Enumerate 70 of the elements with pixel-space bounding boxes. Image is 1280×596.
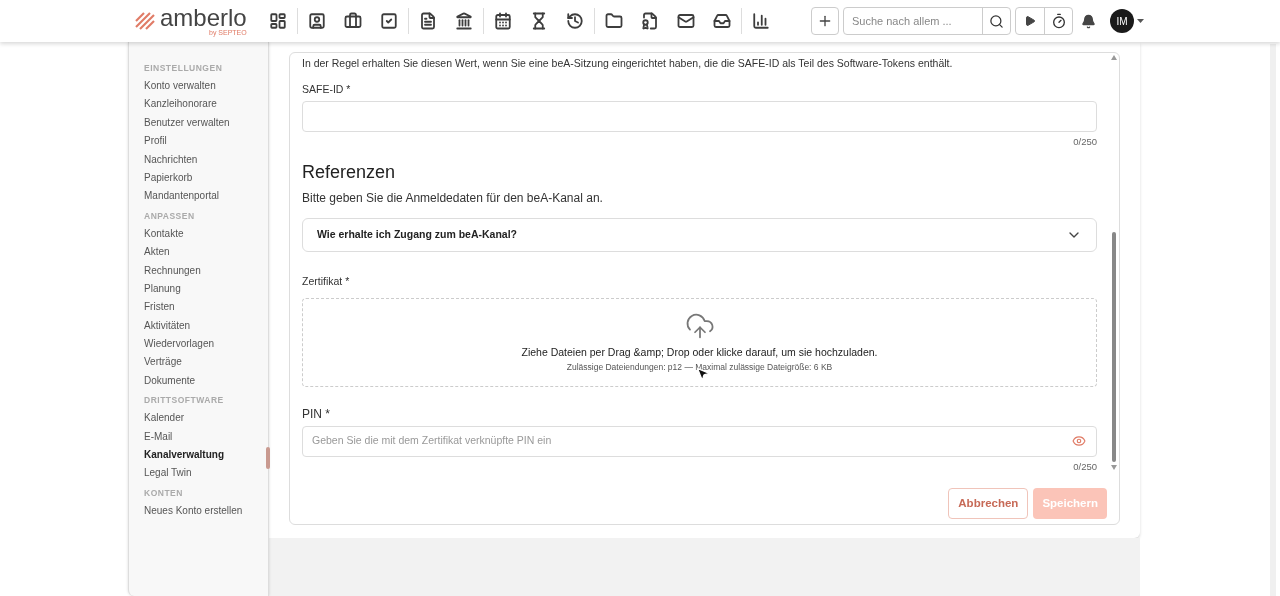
search-field[interactable]: Suche nach allem ... (844, 8, 982, 34)
sidebar-item[interactable]: Benutzer verwalten (144, 113, 268, 133)
character-counter: 0/250 (1072, 134, 1097, 149)
section-heading: KONTEN (144, 486, 184, 500)
logo-text: amberlo (160, 6, 247, 29)
section-title: Referenzen (302, 161, 397, 184)
search-box[interactable]: Suche nach allem ... (843, 7, 1011, 35)
calendar-icon[interactable] (492, 11, 513, 31)
sidebar-item[interactable]: Papierkorb (144, 168, 268, 188)
notification-bell-icon[interactable] (1081, 13, 1096, 29)
input-field[interactable] (302, 100, 1097, 132)
sidebar-item[interactable]: Kalender (144, 409, 268, 428)
add-button[interactable] (811, 7, 839, 35)
play-icon (1024, 15, 1036, 27)
character-counter: 0/250 (1072, 459, 1097, 474)
cancel-button[interactable]: Abbrechen (948, 488, 1029, 519)
sidebar-item[interactable]: Akten (144, 243, 268, 262)
sidebar-item[interactable]: Profil (144, 132, 268, 151)
section-heading: ANPASSEN (144, 209, 196, 223)
file-badge-icon[interactable] (639, 11, 660, 31)
plus-icon (817, 13, 833, 29)
sidebar-item[interactable]: Rechnungen (144, 261, 268, 280)
field-label: PIN * (302, 405, 331, 423)
chart-icon[interactable] (750, 11, 771, 31)
pin-field[interactable]: Geben Sie die mit dem Zertifikat verknüpfte PIN ein (312, 433, 1072, 450)
sidebar-item[interactable]: Kanzleihonorare (144, 95, 268, 114)
field-label: Zertifikat * (302, 274, 351, 289)
inbox-icon[interactable] (711, 11, 732, 31)
sidebar-item[interactable]: Verträge (144, 353, 268, 372)
checkbox-icon[interactable] (378, 11, 399, 31)
bank-icon[interactable] (453, 11, 474, 31)
sidebar-item[interactable]: Konto verwalten (144, 77, 268, 96)
contact-card-icon[interactable] (306, 11, 327, 31)
sidebar-item[interactable]: Mandantenportal (144, 187, 268, 206)
briefcase-icon[interactable] (342, 11, 363, 31)
sidebar-item[interactable]: Planung (144, 279, 268, 299)
scroll-up-icon[interactable] (1111, 55, 1117, 60)
scrollbar-thumb[interactable] (266, 447, 270, 469)
field-label: SAFE-ID * (302, 82, 352, 97)
sidebar-item[interactable]: Nachrichten (144, 150, 268, 169)
caret-icon (1137, 19, 1144, 23)
sidebar-item[interactable]: Kontakte (144, 224, 268, 244)
section-heading: EINSTELLUNGEN (144, 62, 224, 75)
history-icon[interactable] (564, 11, 585, 31)
stopwatch-icon (1050, 13, 1067, 29)
file-drop-zone[interactable]: Ziehe Dateien per Drag &amp; Drop oder klicke darauf, um sie hochzuladen. Zulässige Dateiendungen: p12 — Maximal zulässige Dateigröße: 6 KB (302, 297, 1097, 387)
scroll-down-icon[interactable] (1111, 465, 1117, 470)
sidebar-item[interactable]: Wiedervorlagen (144, 335, 268, 354)
sidebar-item[interactable]: E-Mail (144, 427, 268, 447)
pin-box[interactable]: Geben Sie die mit dem Zertifikat verknüpfte PIN ein (302, 425, 1097, 457)
sidebar-item[interactable]: Neues Konto erstellen (144, 501, 268, 521)
sidebar-item[interactable]: Dokumente (144, 371, 268, 391)
show-password-icon[interactable] (1072, 434, 1086, 449)
accordion-header[interactable]: Wie erhalte ich Zugang zum beA-Kanal? (302, 218, 1097, 252)
scrollbar[interactable] (1111, 55, 1117, 470)
search-icon (989, 13, 1004, 29)
user-avatar[interactable]: IM (1110, 9, 1134, 33)
drop-zone-text: Ziehe Dateien per Drag &amp; Drop oder klicke darauf, um sie hochzuladen. (521, 344, 878, 360)
section-heading: DRITTSOFTWARE (144, 394, 225, 408)
sidebar-item[interactable]: Kanalverwaltung (144, 446, 268, 465)
sidebar-item[interactable]: Aktivitäten (144, 316, 268, 336)
sidebar-item[interactable]: Fristen (144, 298, 268, 317)
dashboard-icon[interactable] (267, 11, 288, 31)
logo-mark-icon (134, 11, 156, 31)
intro-text: In der Regel erhalten Sie diesen Wert, wenn Sie eine beA-Sitzung eingerichtet haben, die die SAFE-ID als Teil des Software-Tokens enthält. (302, 56, 954, 70)
folder-icon[interactable] (603, 11, 624, 31)
sidebar-item[interactable]: Legal Twin (144, 464, 268, 483)
section-subtitle: Bitte geben Sie die Anmeldedaten für den beA-Kanal an. (302, 190, 604, 207)
mail-icon[interactable] (675, 11, 696, 31)
drop-zone-hint: Zulässige Dateiendungen: p12 — Maximal zulässige Dateigröße: 6 KB (566, 361, 833, 374)
